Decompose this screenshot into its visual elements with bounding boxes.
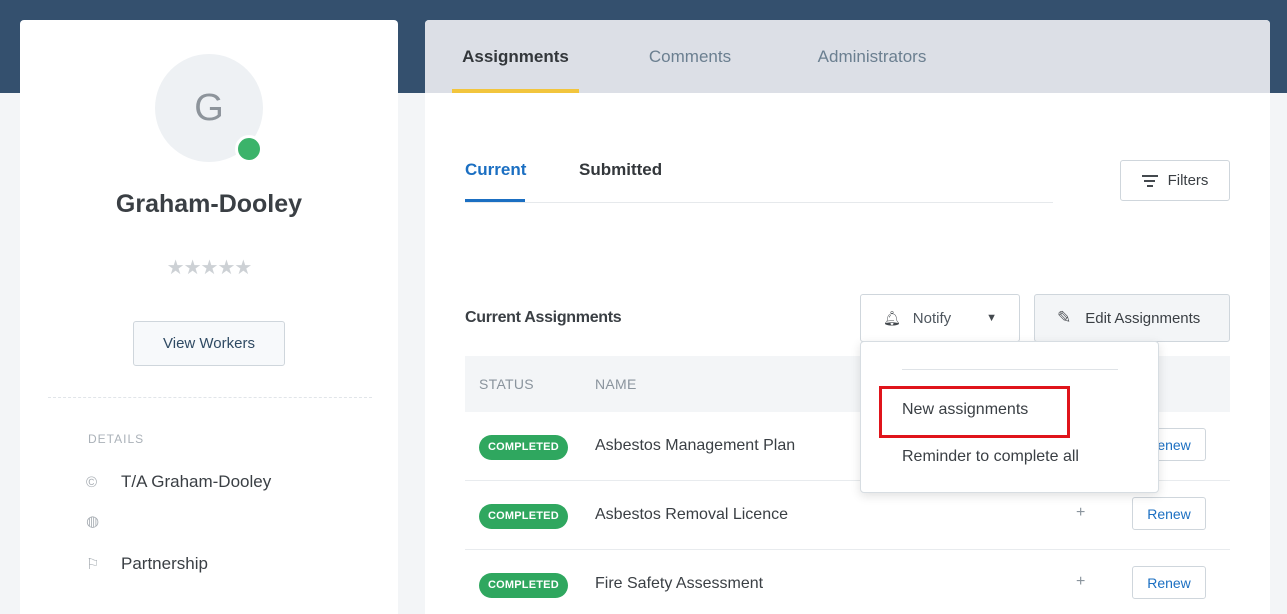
status-badge: COMPLETED bbox=[479, 435, 568, 460]
subtab-current[interactable]: Current bbox=[465, 160, 526, 202]
company-name: Graham-Dooley bbox=[115, 190, 303, 218]
edit-assignments-button[interactable]: ✎ Edit Assignments bbox=[1034, 294, 1230, 342]
globe-icon: ◍ bbox=[86, 513, 100, 530]
table-row: COMPLETED Fire Safety Assessment + Renew bbox=[465, 550, 1230, 614]
expand-plus-icon[interactable]: + bbox=[1076, 504, 1085, 522]
renew-button[interactable]: Renew bbox=[1132, 566, 1206, 599]
filters-label: Filters bbox=[1167, 172, 1209, 189]
main-card: Assignments Comments Administrators Curr… bbox=[425, 20, 1270, 614]
column-header-name: NAME bbox=[595, 376, 637, 392]
detail-text: T/A Graham-Dooley bbox=[121, 472, 272, 491]
detail-entity-type: ⚐ Partnership bbox=[86, 554, 208, 574]
filter-icon bbox=[1141, 172, 1158, 190]
filters-button[interactable]: Filters bbox=[1120, 160, 1230, 201]
tab-assignments[interactable]: Assignments bbox=[452, 20, 579, 93]
online-status-dot bbox=[235, 135, 263, 163]
detail-trading-as: © T/A Graham-Dooley bbox=[86, 472, 271, 492]
menu-divider bbox=[902, 369, 1118, 370]
subtab-submitted[interactable]: Submitted bbox=[579, 160, 662, 202]
tab-administrators[interactable]: Administrators bbox=[797, 20, 947, 93]
edit-assignments-label: Edit Assignments bbox=[1085, 309, 1201, 327]
status-badge: COMPLETED bbox=[479, 573, 568, 598]
detail-website: ◍ bbox=[86, 512, 121, 530]
column-header-status: STATUS bbox=[479, 376, 534, 392]
menu-item-reminder-complete-all[interactable]: Reminder to complete all bbox=[902, 448, 1079, 466]
profile-card: G Graham-Dooley ★★★★★ View Workers DETAI… bbox=[20, 20, 398, 614]
divider bbox=[48, 397, 372, 398]
view-workers-button[interactable]: View Workers bbox=[133, 321, 285, 366]
details-heading: DETAILS bbox=[88, 432, 145, 446]
section-title: Current Assignments bbox=[465, 309, 622, 326]
notify-dropdown-button[interactable]: 🔔︎ Notify ▼ bbox=[860, 294, 1020, 342]
avatar-initial: G bbox=[194, 86, 224, 129]
assignment-name: Fire Safety Assessment bbox=[595, 575, 764, 592]
assignment-name: Asbestos Removal Licence bbox=[595, 506, 788, 523]
subtabs-divider bbox=[465, 202, 1053, 203]
copyright-icon: © bbox=[86, 473, 98, 491]
highlight-box bbox=[879, 386, 1070, 438]
pencil-icon: ✎ bbox=[1057, 308, 1072, 327]
detail-text: Partnership bbox=[121, 554, 208, 573]
rating-stars: ★★★★★ bbox=[166, 257, 253, 279]
renew-button[interactable]: Renew bbox=[1132, 497, 1206, 530]
notify-label: Notify bbox=[912, 309, 952, 327]
tab-comments[interactable]: Comments bbox=[630, 20, 750, 93]
tab-bar: Assignments Comments Administrators bbox=[425, 20, 1270, 93]
assignment-name: Asbestos Management Plan bbox=[595, 437, 796, 454]
expand-plus-icon[interactable]: + bbox=[1076, 573, 1085, 591]
bell-icon: 🔔︎ bbox=[883, 309, 901, 326]
status-badge: COMPLETED bbox=[479, 504, 568, 529]
caret-down-icon: ▼ bbox=[986, 312, 997, 324]
flag-icon: ⚐ bbox=[86, 556, 100, 573]
